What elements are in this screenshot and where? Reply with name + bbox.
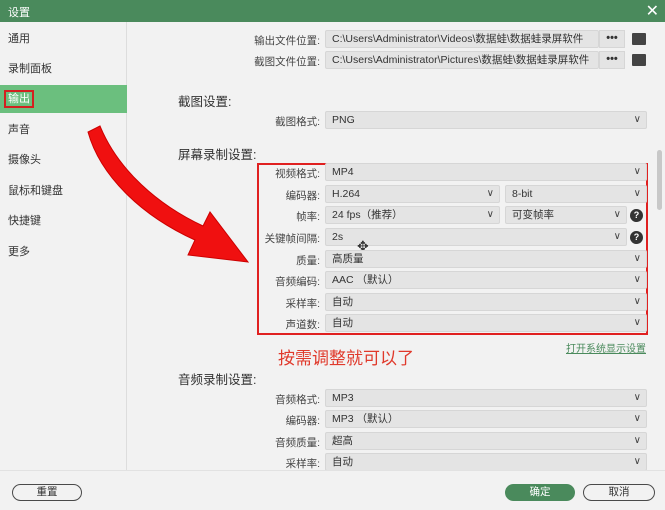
reset-button[interactable]: 重置: [12, 484, 82, 501]
ok-button[interactable]: 确定: [505, 484, 575, 501]
red-arrow-icon: [87, 125, 250, 263]
cancel-button[interactable]: 取消: [583, 484, 655, 501]
